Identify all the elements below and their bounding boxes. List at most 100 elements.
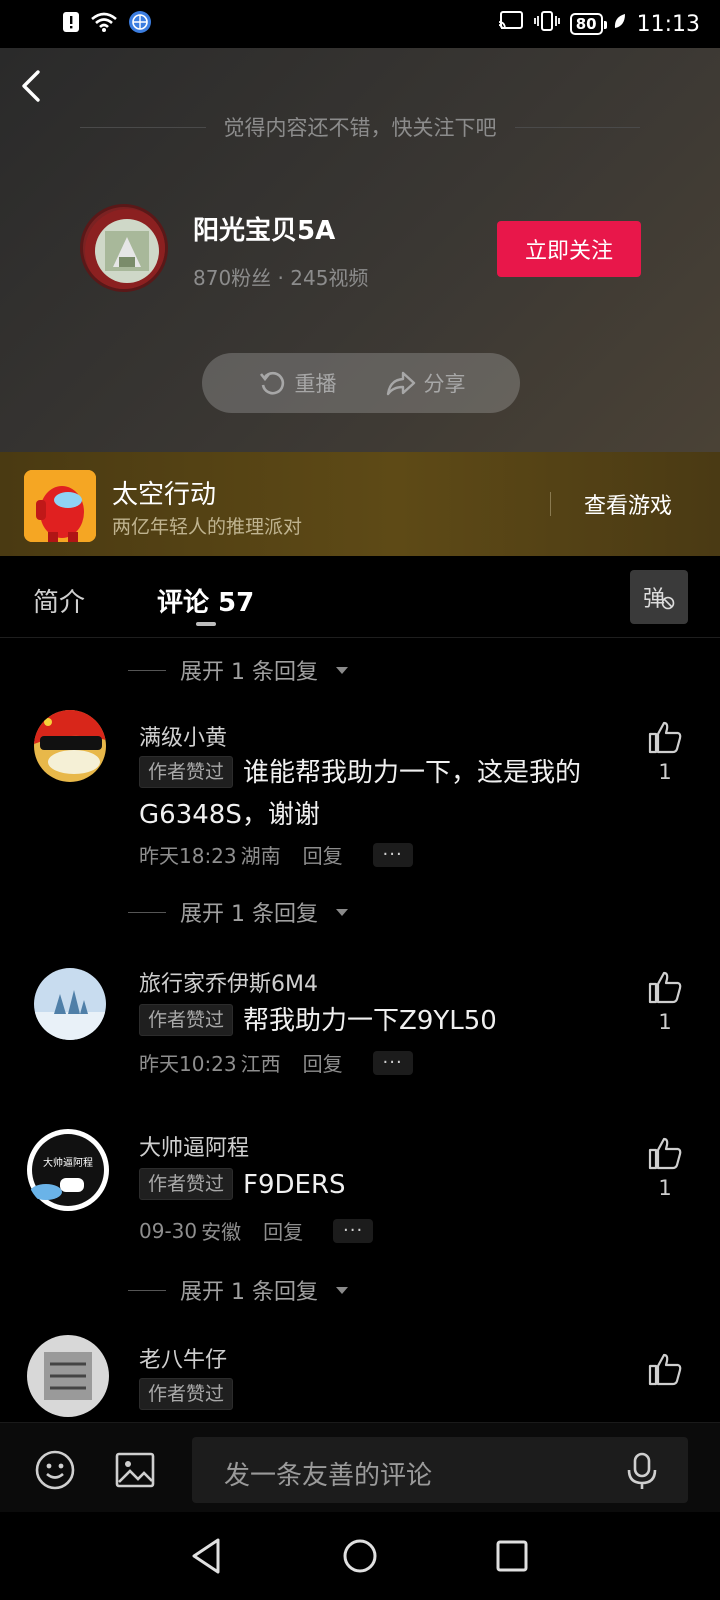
share-label: 分享 <box>423 372 466 396</box>
comment-meta: 昨天18:23 湖南 回复 ··· <box>139 840 413 869</box>
like-button[interactable]: 1 <box>645 720 685 784</box>
divider-line <box>128 911 166 913</box>
emoji-icon <box>35 1450 75 1490</box>
avatar-image <box>85 209 165 289</box>
browser-app-icon <box>128 10 152 38</box>
nav-back-button[interactable] <box>188 1536 224 1580</box>
author-stats: 870粉丝 · 245视频 <box>193 266 369 290</box>
tab-indicator <box>196 622 216 626</box>
voice-button[interactable] <box>622 1451 662 1495</box>
game-icon <box>24 470 96 542</box>
like-count: 1 <box>658 1010 672 1034</box>
circle-home-icon <box>343 1539 377 1573</box>
author-liked-badge: 作者赞过 <box>139 1004 234 1036</box>
replay-label: 重播 <box>294 372 337 396</box>
game-logo <box>24 470 96 542</box>
like-button[interactable] <box>645 1352 685 1390</box>
avatar[interactable] <box>34 710 106 782</box>
comment-time: 09-30 <box>139 1218 198 1243</box>
clock: 11:13 <box>636 11 700 37</box>
divider-line <box>128 1289 166 1291</box>
square-recents-icon <box>496 1540 528 1572</box>
comment-username[interactable]: 旅行家乔伊斯6M4 <box>139 966 318 998</box>
cast-icon <box>498 10 524 38</box>
leaf-icon <box>613 12 627 37</box>
action-pill: 重播 分享 <box>202 353 520 413</box>
game-title: 太空行动 <box>112 480 217 510</box>
comment-list: 展开 1 条回复 满级小黄 作者赞过 谁能帮我助力一下，这是我的G6348S，谢谢… <box>0 638 720 1422</box>
divider-line <box>80 126 206 128</box>
expand-replies-label: 展开 1 条回复 <box>180 1280 318 1305</box>
share-button[interactable]: 分享 <box>386 368 466 398</box>
comment-username[interactable]: 满级小黄 <box>139 720 227 752</box>
comment-username[interactable]: 大帅逼阿程 <box>139 1130 249 1162</box>
comment-region: 安徽 <box>201 1220 242 1244</box>
author-liked-badge: 作者赞过 <box>139 1168 234 1200</box>
like-count: 1 <box>658 760 672 784</box>
avatar-image <box>34 968 106 1040</box>
expand-replies-label: 展开 1 条回复 <box>180 660 318 685</box>
tab-comments[interactable]: 评论 57 <box>157 582 254 619</box>
microphone-icon <box>627 1452 657 1489</box>
thumbs-up-icon <box>648 1353 682 1386</box>
expand-replies-button[interactable]: 展开 1 条回复 <box>128 1274 348 1306</box>
image-button[interactable] <box>114 1449 156 1495</box>
caret-down-icon <box>335 1286 348 1294</box>
comment-time: 昨天18:23 <box>139 844 237 868</box>
disabled-icon <box>661 596 675 610</box>
tab-intro[interactable]: 简介 <box>33 582 85 619</box>
expand-replies-label: 展开 1 条回复 <box>180 902 318 927</box>
divider-line <box>128 669 166 671</box>
game-subtitle: 两亿年轻人的推理派对 <box>112 516 303 538</box>
like-button[interactable]: 1 <box>645 1136 685 1200</box>
expand-replies-button[interactable]: 展开 1 条回复 <box>128 896 348 928</box>
avatar[interactable]: 大帅逼阿程 <box>26 1128 110 1212</box>
avatar-image <box>27 1335 109 1417</box>
game-banner[interactable]: 太空行动 两亿年轻人的推理派对 查看游戏 <box>0 452 720 556</box>
comment-input[interactable]: 发一条友善的评论 <box>192 1437 688 1503</box>
reply-button[interactable]: 回复 <box>263 1216 303 1245</box>
more-options-button[interactable]: ··· <box>372 1050 413 1075</box>
back-button[interactable] <box>18 66 48 106</box>
triangle-back-icon <box>192 1538 220 1574</box>
comment-input-bar: 发一条友善的评论 <box>0 1422 720 1512</box>
view-game-link[interactable]: 查看游戏 <box>584 488 672 520</box>
divider <box>550 492 551 516</box>
comment-text: F9DERS <box>243 1170 346 1200</box>
status-right: 80 11:13 <box>498 10 700 38</box>
comment-body: 作者赞过 F9DERS <box>139 1164 619 1206</box>
replay-button[interactable]: 重播 <box>257 368 337 398</box>
comment-body: 作者赞过 帮我助力一下Z9YL50 <box>139 1000 619 1042</box>
reply-button[interactable]: 回复 <box>303 840 343 869</box>
divider-line <box>514 126 640 128</box>
expand-replies-button[interactable]: 展开 1 条回复 <box>128 654 348 686</box>
caret-down-icon <box>335 908 348 916</box>
follow-hint-text: 觉得内容还不错，快关注下吧 <box>223 116 497 140</box>
comment-time: 昨天10:23 <box>139 1052 237 1076</box>
author-avatar[interactable] <box>80 204 168 292</box>
image-icon <box>115 1452 155 1488</box>
nav-home-button[interactable] <box>340 1536 380 1580</box>
battery-indicator: 80 <box>569 13 607 35</box>
alert-icon <box>62 11 80 37</box>
replay-icon <box>259 371 284 395</box>
more-options-button[interactable]: ··· <box>333 1218 374 1243</box>
follow-button[interactable]: 立即关注 <box>497 221 641 277</box>
thumbs-up-icon <box>648 1137 682 1170</box>
comment-username[interactable]: 老八牛仔 <box>139 1342 227 1374</box>
avatar[interactable] <box>34 968 106 1040</box>
comment-meta: 09-30 安徽 回复 ··· <box>139 1216 374 1245</box>
like-button[interactable]: 1 <box>645 970 685 1034</box>
thumbs-up-icon <box>648 971 682 1004</box>
nav-recents-button[interactable] <box>492 1536 532 1580</box>
comment-region: 湖南 <box>240 844 281 868</box>
danmaku-toggle-button[interactable]: 弹 <box>630 570 688 624</box>
avatar[interactable] <box>26 1334 110 1418</box>
reply-button[interactable]: 回复 <box>303 1048 343 1077</box>
author-name[interactable]: 阳光宝贝5A <box>193 210 335 247</box>
more-options-button[interactable]: ··· <box>372 842 413 867</box>
like-count: 1 <box>658 1176 672 1200</box>
comment-input-placeholder: 发一条友善的评论 <box>224 1461 433 1491</box>
emoji-button[interactable] <box>34 1449 76 1495</box>
status-left <box>62 10 152 38</box>
